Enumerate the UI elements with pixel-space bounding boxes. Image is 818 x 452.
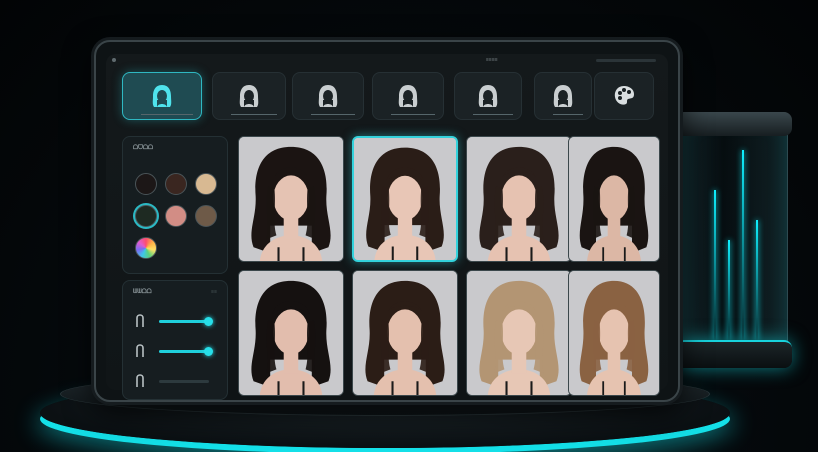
hair-strand-icon [136, 344, 144, 357]
woman-hair-icon [478, 85, 498, 107]
tab-style-5[interactable] [454, 72, 522, 120]
hairstyle-portrait [467, 271, 571, 395]
adjustment-panel: ᗯᗯᗝᗝ ≡≡ [122, 280, 228, 400]
status-indicator [596, 59, 656, 62]
panel-title: ᗯᗯᗝᗝ [133, 289, 152, 295]
tab-palette[interactable] [594, 72, 654, 120]
woman-hair-icon [239, 85, 259, 107]
woman-hair-icon [318, 85, 338, 107]
slider-volume[interactable] [135, 343, 219, 359]
custom-color-swatch[interactable] [135, 237, 157, 259]
tab-style-1[interactable] [122, 72, 202, 120]
glass-tube-base [676, 340, 792, 368]
hairstyle-card[interactable] [466, 136, 572, 262]
tab-style-3[interactable] [292, 72, 364, 120]
tab-underline [141, 114, 193, 115]
color-swatch[interactable] [135, 205, 157, 227]
camera-dot [112, 58, 116, 62]
hairstyle-card[interactable] [568, 270, 660, 396]
hairstyle-portrait [569, 271, 659, 395]
color-swatch[interactable] [135, 173, 157, 195]
hairstyle-gallery [238, 136, 664, 400]
app-screen: ≡≡≡≡ ᗝᗜᗝᗝ ᗯᗯᗝᗝ ≡≡ [106, 54, 668, 400]
slider-track[interactable] [159, 380, 209, 383]
tablet-device: ≡≡≡≡ ᗝᗜᗝᗝ ᗯᗯᗝᗝ ≡≡ [94, 40, 680, 402]
slider-knob[interactable] [204, 347, 214, 356]
hairstyle-card[interactable] [352, 270, 458, 396]
hairstyle-portrait [239, 271, 343, 395]
palette-icon [614, 86, 634, 105]
hairstyle-tabs [122, 72, 654, 122]
hairstyle-portrait [353, 271, 457, 395]
panel-title: ᗝᗜᗝᗝ [133, 145, 153, 151]
tab-underline [311, 114, 355, 115]
status-bar: ≡≡≡≡ [106, 54, 668, 68]
hairstyle-card[interactable] [568, 136, 660, 262]
status-title: ≡≡≡≡ [486, 57, 498, 63]
tab-style-2[interactable] [212, 72, 286, 120]
hairstyle-portrait [569, 137, 659, 261]
tab-underline [231, 114, 277, 115]
glass-tube-cap [676, 112, 792, 136]
tab-underline [553, 114, 583, 115]
tab-style-6[interactable] [534, 72, 592, 120]
hairstyle-card[interactable] [466, 270, 572, 396]
color-swatch[interactable] [165, 205, 187, 227]
tube-light-beam [756, 220, 758, 340]
tab-underline [473, 114, 513, 115]
color-swatch[interactable] [165, 173, 187, 195]
slider-knob[interactable] [204, 317, 214, 326]
panel-hint: ≡≡ [211, 289, 217, 295]
color-swatch[interactable] [195, 173, 217, 195]
tab-underline [391, 114, 435, 115]
slider-track[interactable] [159, 317, 214, 326]
hair-strand-icon [136, 314, 144, 327]
hairstyle-card[interactable] [238, 136, 344, 262]
tab-style-4[interactable] [372, 72, 444, 120]
slider-curl[interactable] [135, 373, 219, 389]
woman-hair-icon [553, 85, 573, 107]
hairstyle-card[interactable] [238, 270, 344, 396]
slider-fill [159, 350, 209, 353]
glass-tube [680, 118, 788, 360]
hairstyle-portrait [354, 138, 456, 260]
tube-light-beam [714, 190, 716, 340]
hair-color-panel: ᗝᗜᗝᗝ [122, 136, 228, 274]
tube-light-beam [742, 150, 744, 340]
hairstyle-portrait [467, 137, 571, 261]
slider-track[interactable] [159, 347, 214, 356]
hairstyle-portrait [239, 137, 343, 261]
slider-fill [159, 320, 209, 323]
hairstyle-card[interactable] [352, 136, 458, 262]
woman-hair-icon [152, 85, 172, 107]
color-swatch[interactable] [195, 205, 217, 227]
slider-length[interactable] [135, 313, 219, 329]
woman-hair-icon [398, 85, 418, 107]
hair-strand-icon [136, 374, 144, 387]
tube-light-beam [728, 240, 730, 340]
